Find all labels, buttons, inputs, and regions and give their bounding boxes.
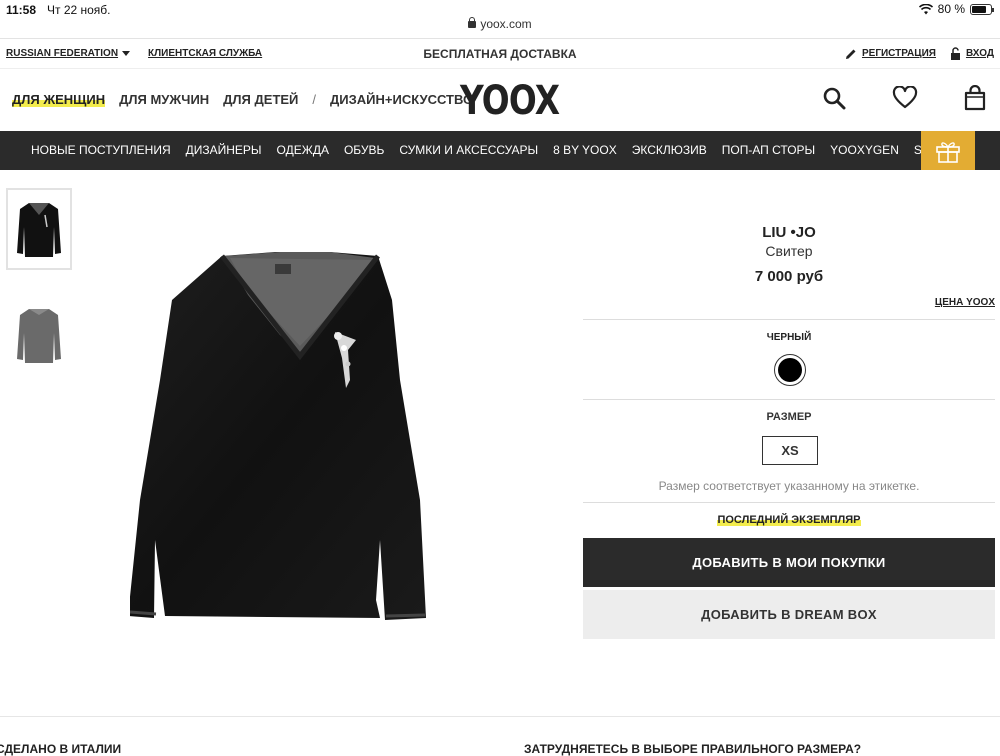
sweater-image [128,252,426,620]
login-link[interactable]: ВХОД [966,48,994,59]
customer-service-link[interactable]: КЛИЕНТСКАЯ СЛУЖБА [148,48,262,59]
country-selector[interactable]: RUSSIAN FEDERATION [6,48,131,59]
gift-button[interactable] [921,131,975,170]
nav-bags-accessories[interactable]: СУМКИ И АКСЕССУАРЫ [399,143,538,157]
color-swatch-black[interactable] [774,354,806,386]
nav-exclusive[interactable]: ЭКСКЛЮЗИВ [632,143,707,157]
status-time: 11:58 [6,3,37,17]
chevron-down-icon [122,50,131,56]
shopping-bag-icon[interactable] [964,85,986,111]
sweater-back-thumbnail-image [17,309,61,363]
register-link[interactable]: РЕГИСТРАЦИЯ [862,48,936,59]
color-label: ЧЕРНЫЙ [766,332,812,343]
search-icon[interactable] [822,86,846,110]
nav-designers[interactable]: ДИЗАЙНЕРЫ [186,143,262,157]
lock-open-icon [950,47,960,60]
add-to-dream-box-button[interactable]: ДОБАВИТЬ В DREAM BOX [583,590,995,639]
divider [0,68,1000,69]
separator: / [312,92,317,107]
nav-clothing[interactable]: ОДЕЖДА [277,143,329,157]
tab-kids[interactable]: ДЛЯ ДЕТЕЙ [223,92,298,107]
thumbnail-back[interactable] [6,292,72,374]
nav-shoes[interactable]: ОБУВЬ [344,143,384,157]
add-to-cart-button[interactable]: ДОБАВИТЬ В МОИ ПОКУПКИ [583,538,995,587]
made-in-italy-heading: СДЕЛАНО В ИТАЛИИ [0,742,122,756]
divider [0,38,1000,39]
divider [583,502,995,503]
product-type: Свитер [765,243,813,259]
battery-percent: 80 % [937,2,965,16]
size-help-heading[interactable]: ЗАТРУДНЯЕТЕСЬ В ВЫБОРЕ ПРАВИЛЬНОГО РАЗМЕ… [524,742,861,756]
divider [583,319,995,320]
nav-yooxygen[interactable]: YOOXYGEN [830,143,899,157]
main-nav: НОВЫЕ ПОСТУПЛЕНИЯ ДИЗАЙНЕРЫ ОДЕЖДА ОБУВЬ… [0,131,1000,170]
lock-icon [468,17,477,28]
nav-new-arrivals[interactable]: НОВЫЕ ПОСТУПЛЕНИЯ [31,143,171,157]
color-swatch-dot [778,358,802,382]
nav-8-by-yoox[interactable]: 8 BY YOOX [553,143,617,157]
tab-men[interactable]: ДЛЯ МУЖЧИН [119,92,209,107]
category-tabs: ДЛЯ ЖЕНЩИН ДЛЯ МУЖЧИН ДЛЯ ДЕТЕЙ / ДИЗАЙН… [12,92,473,107]
battery-icon [970,3,994,15]
thumbnail-front[interactable] [6,188,72,270]
brand-name[interactable]: LIU •JO [583,224,995,241]
wifi-icon [918,3,933,14]
url-text: yoox.com [480,17,532,31]
size-note: Размер соответствует указанному на этике… [658,479,920,493]
url-bar[interactable]: yoox.com [0,17,1000,39]
yoox-logo[interactable]: YOOX [460,78,560,124]
status-date: Чт 22 нояб. [47,3,111,17]
heart-icon[interactable] [892,86,918,110]
status-right: 80 % [918,2,994,16]
product-main-image[interactable] [128,240,450,640]
nav-pop-up-stores[interactable]: ПОП-АП СТОРЫ [722,143,815,157]
last-item-text: ПОСЛЕДНИЙ ЭКЗЕМПЛЯР [717,514,861,526]
pencil-icon [845,49,856,59]
divider [0,716,1000,717]
main-header: ДЛЯ ЖЕНЩИН ДЛЯ МУЖЧИН ДЛЯ ДЕТЕЙ / ДИЗАЙН… [0,70,1000,130]
divider [583,399,995,400]
product-price: 7 000 руб [754,268,824,285]
utility-bar: БЕСПЛАТНАЯ ДОСТАВКА RUSSIAN FEDERATION К… [0,40,1000,68]
country-label: RUSSIAN FEDERATION [6,48,119,59]
tab-design-art[interactable]: ДИЗАЙН+ИСКУССТВО [330,92,473,107]
tab-women[interactable]: ДЛЯ ЖЕНЩИН [12,92,106,107]
gift-icon [936,141,960,163]
size-label: РАЗМЕР [766,411,812,423]
size-option-xs[interactable]: XS [762,436,818,465]
last-item-badge: ПОСЛЕДНИЙ ЭКЗЕМПЛЯР [583,514,995,526]
sweater-thumbnail-image [17,203,61,257]
yoox-price-link[interactable]: ЦЕНА YOOX [935,297,995,308]
